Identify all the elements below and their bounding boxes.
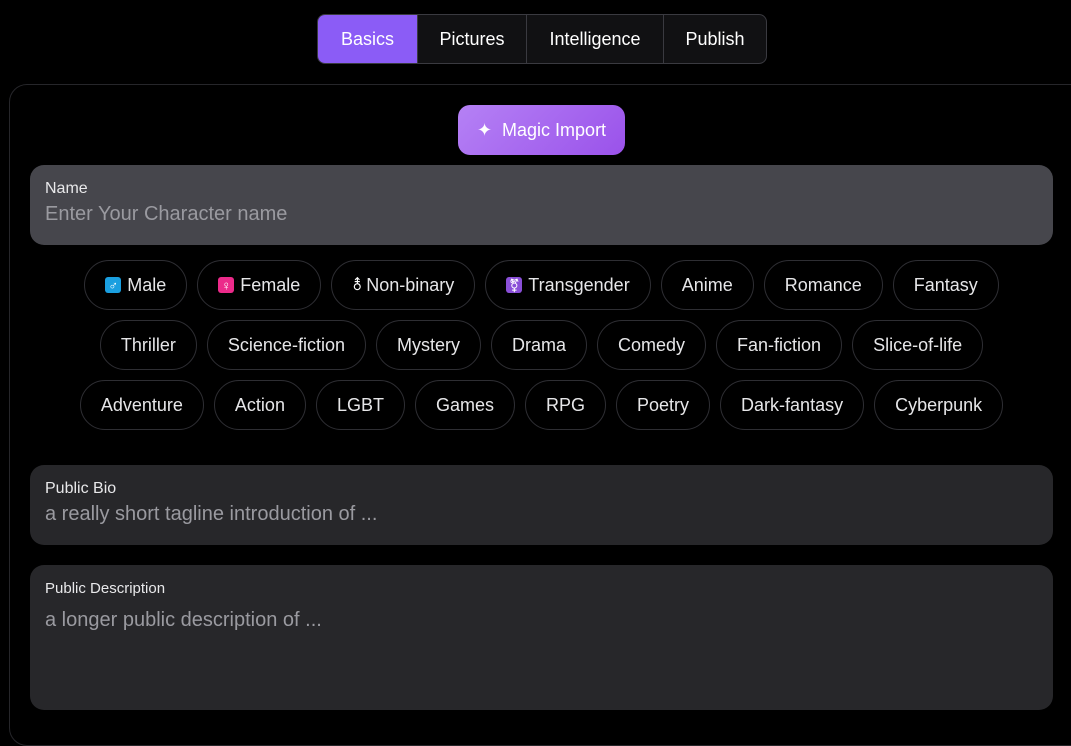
- tag-label: Transgender: [528, 274, 630, 295]
- public-description-field[interactable]: Public Description a longer public descr…: [30, 565, 1053, 710]
- public-description-input[interactable]: a longer public description of ...: [45, 609, 1053, 632]
- tag-thriller[interactable]: Thriller: [99, 320, 197, 370]
- tag-label: Romance: [784, 274, 862, 295]
- tag-drama[interactable]: Drama: [490, 320, 587, 370]
- tag-label: Dark-fantasy: [741, 394, 844, 415]
- tag-non-binary[interactable]: ⚨ Non-binary: [331, 260, 476, 310]
- tag-games[interactable]: Games: [414, 380, 515, 430]
- sparkles-icon: ✦: [476, 120, 493, 140]
- tag-action[interactable]: Action: [213, 380, 306, 430]
- tag-science-fiction[interactable]: Science-fiction: [206, 320, 366, 370]
- tag-label: Games: [435, 394, 494, 415]
- tab-pictures[interactable]: Pictures: [418, 15, 527, 63]
- tag-label: LGBT: [336, 394, 384, 415]
- tab-bar: Basics Pictures Intelligence Publish: [317, 14, 767, 64]
- tag-label: Anime: [681, 274, 733, 295]
- tag-rpg[interactable]: RPG: [525, 380, 607, 430]
- magic-import-button[interactable]: ✦ Magic Import: [458, 105, 625, 155]
- name-field[interactable]: Name Enter Your Character name: [30, 165, 1053, 245]
- tag-label: Fan-fiction: [737, 334, 822, 355]
- public-description-label: Public Description: [45, 580, 166, 597]
- tag-poetry[interactable]: Poetry: [616, 380, 711, 430]
- tag-label: Mystery: [396, 334, 460, 355]
- tag-label: RPG: [546, 394, 586, 415]
- tag-dark-fantasy[interactable]: Dark-fantasy: [720, 380, 865, 430]
- tag-label: Adventure: [100, 394, 183, 415]
- female-icon: ♀: [218, 277, 235, 293]
- tag-cyberpunk[interactable]: Cyberpunk: [874, 380, 1004, 430]
- tag-label: Male: [127, 274, 167, 295]
- transgender-icon: ⚧: [506, 277, 523, 293]
- tag-comedy[interactable]: Comedy: [596, 320, 707, 370]
- tag-label: Science-fiction: [227, 334, 345, 355]
- tag-label: Poetry: [637, 394, 690, 415]
- tab-intelligence[interactable]: Intelligence: [527, 15, 664, 63]
- public-bio-field[interactable]: Public Bio a really short tagline introd…: [30, 465, 1053, 545]
- tag-lgbt[interactable]: LGBT: [315, 380, 405, 430]
- tag-label: Drama: [511, 334, 566, 355]
- tag-romance[interactable]: Romance: [763, 260, 883, 310]
- tab-publish[interactable]: Publish: [664, 15, 766, 63]
- tag-fantasy[interactable]: Fantasy: [892, 260, 999, 310]
- tag-row-3: Adventure Action LGBT Games RPG Poetry D…: [0, 380, 1071, 430]
- tag-male[interactable]: ♂ Male: [84, 260, 188, 310]
- tag-label: Action: [234, 394, 285, 415]
- magic-import-label: Magic Import: [502, 119, 607, 140]
- tag-label: Cyberpunk: [895, 394, 983, 415]
- non-binary-icon: ⚨: [350, 276, 364, 294]
- tag-label: Thriller: [120, 334, 176, 355]
- tag-label: Slice-of-life: [873, 334, 963, 355]
- male-icon: ♂: [105, 277, 122, 293]
- tag-fan-fiction[interactable]: Fan-fiction: [716, 320, 843, 370]
- tag-adventure[interactable]: Adventure: [79, 380, 204, 430]
- name-input[interactable]: Enter Your Character name: [45, 203, 1053, 226]
- tag-transgender[interactable]: ⚧ Transgender: [485, 260, 651, 310]
- tag-mystery[interactable]: Mystery: [375, 320, 481, 370]
- tag-label: Comedy: [617, 334, 686, 355]
- tab-basics[interactable]: Basics: [318, 15, 418, 63]
- tag-anime[interactable]: Anime: [660, 260, 754, 310]
- tag-female[interactable]: ♀ Female: [197, 260, 322, 310]
- name-label: Name: [45, 180, 88, 197]
- public-bio-label: Public Bio: [45, 480, 117, 497]
- public-bio-input[interactable]: a really short tagline introduction of .…: [45, 503, 1053, 526]
- tag-row-2: Thriller Science-fiction Mystery Drama C…: [0, 320, 1071, 370]
- tag-label: Female: [240, 274, 301, 295]
- tag-label: Non-binary: [366, 274, 455, 295]
- tag-label: Fantasy: [913, 274, 978, 295]
- tag-slice-of-life[interactable]: Slice-of-life: [852, 320, 984, 370]
- tag-row-1: ♂ Male ♀ Female ⚨ Non-binary ⚧ Transgend…: [0, 260, 1071, 310]
